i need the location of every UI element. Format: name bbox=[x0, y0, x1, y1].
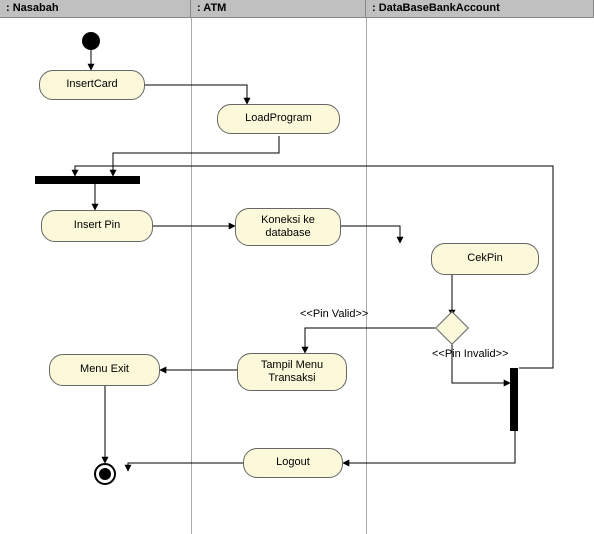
lane-header-atm: : ATM bbox=[191, 0, 366, 17]
guard-pin-valid: <<Pin Valid>> bbox=[300, 308, 368, 320]
final-node bbox=[94, 463, 116, 485]
lane-divider-1 bbox=[191, 18, 192, 534]
activity-logout: Logout bbox=[243, 448, 343, 478]
activity-tampil-menu: Tampil Menu Transaksi bbox=[237, 353, 347, 391]
activity-insert-card: InsertCard bbox=[39, 70, 145, 100]
guard-pin-invalid: <<Pin Invalid>> bbox=[432, 348, 508, 360]
initial-node bbox=[82, 32, 100, 50]
activity-menu-exit: Menu Exit bbox=[49, 354, 160, 386]
diagram-canvas: InsertCard LoadProgram Insert Pin Koneks… bbox=[0, 18, 594, 534]
activity-insert-pin: Insert Pin bbox=[41, 210, 153, 242]
activity-load-program: LoadProgram bbox=[217, 104, 340, 134]
activity-cek-pin: CekPin bbox=[431, 243, 539, 275]
lane-header-nasabah: : Nasabah bbox=[0, 0, 191, 17]
sync-bar-1 bbox=[35, 176, 140, 184]
decision-pin bbox=[435, 311, 469, 345]
lane-divider-2 bbox=[366, 18, 367, 534]
lane-header-database: : DataBaseBankAccount bbox=[366, 0, 594, 17]
activity-koneksi-database: Koneksi ke database bbox=[235, 208, 341, 246]
swimlane-header: : Nasabah : ATM : DataBaseBankAccount bbox=[0, 0, 594, 18]
sync-bar-2 bbox=[510, 368, 518, 431]
